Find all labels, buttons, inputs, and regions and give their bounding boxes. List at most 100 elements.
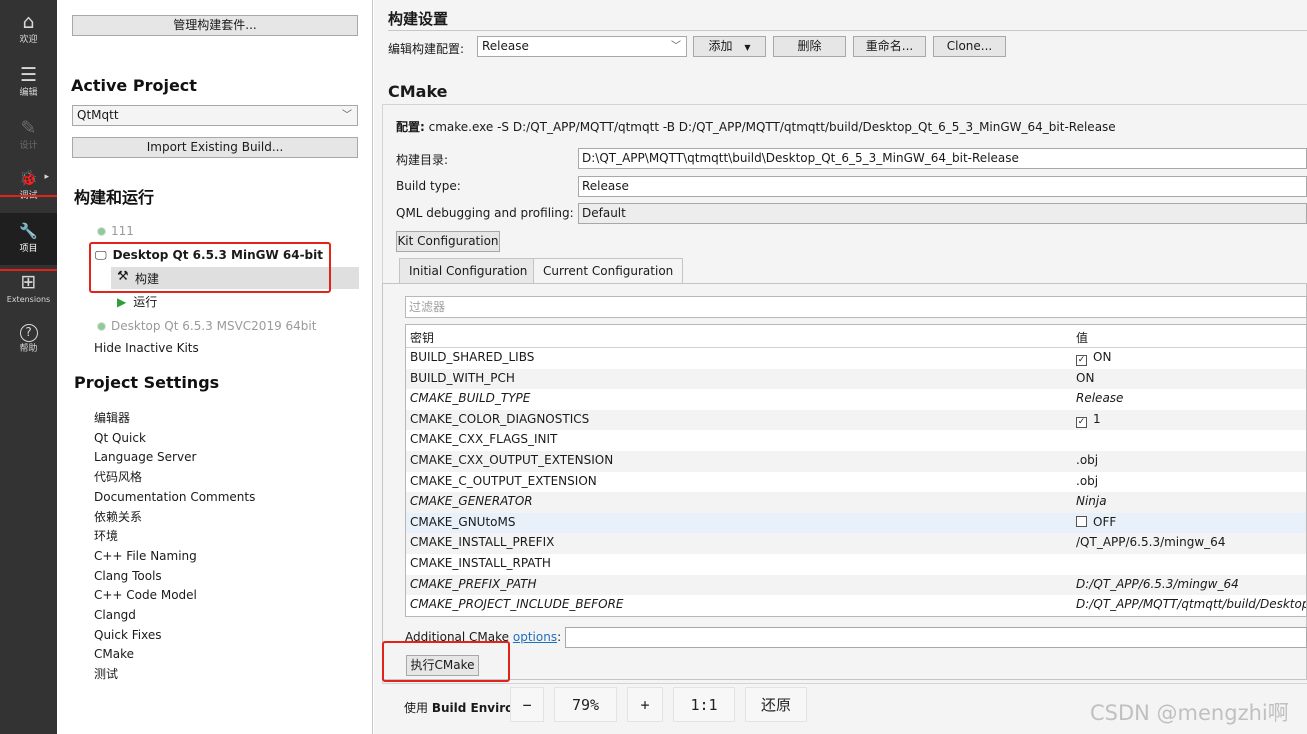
- kit-mingw-label: Desktop Qt 6.5.3 MinGW 64-bit: [112, 248, 323, 262]
- table-row[interactable]: CMAKE_INSTALL_PREFIX /QT_APP/6.5.3/mingw…: [406, 533, 1306, 554]
- settings-item[interactable]: C++ File Naming: [94, 547, 255, 567]
- table-row[interactable]: CMAKE_C_OUTPUT_EXTENSION .obj: [406, 472, 1306, 493]
- settings-item[interactable]: 环境: [94, 527, 255, 547]
- add-config-label: 添加: [708, 39, 733, 53]
- mode-welcome[interactable]: ⌂ 欢迎: [0, 4, 57, 56]
- zoom-out-button[interactable]: −: [510, 687, 544, 722]
- row-key: CMAKE_PREFIX_PATH: [410, 576, 537, 591]
- import-existing-build-button[interactable]: Import Existing Build...: [72, 137, 358, 158]
- table-row[interactable]: CMAKE_INSTALL_RPATH: [406, 554, 1306, 575]
- column-header-value[interactable]: 值: [1076, 329, 1088, 346]
- checkbox-unchecked-icon[interactable]: [1076, 515, 1087, 527]
- additional-cmake-options-input[interactable]: [565, 627, 1307, 648]
- rename-config-button[interactable]: 重命名...: [853, 36, 926, 57]
- filter-input[interactable]: 过滤器: [405, 296, 1307, 318]
- row-key: CMAKE_GENERATOR: [410, 494, 533, 509]
- kit-msvc[interactable]: Desktop Qt 6.5.3 MSVC2019 64bit: [97, 318, 316, 334]
- colon-text: :: [557, 630, 562, 644]
- kit-mingw[interactable]: 🖵 Desktop Qt 6.5.3 MinGW 64-bit: [95, 247, 323, 263]
- settings-item[interactable]: CMake: [94, 645, 255, 665]
- row-key: CMAKE_INSTALL_PREFIX: [410, 535, 555, 550]
- settings-item[interactable]: Quick Fixes: [94, 626, 255, 646]
- build-config-select[interactable]: Release ﹀: [477, 36, 687, 57]
- row-value: ON: [1076, 370, 1095, 385]
- cmake-options-link[interactable]: options: [513, 630, 557, 644]
- mode-edit[interactable]: ☰ 编辑: [0, 57, 57, 109]
- tab-initial-configuration[interactable]: Initial Configuration: [399, 258, 538, 283]
- kit-build-item[interactable]: ⚒ 构建: [111, 267, 359, 289]
- row-value: ON: [1093, 350, 1112, 364]
- hide-inactive-kits-link[interactable]: Hide Inactive Kits: [94, 340, 199, 356]
- kit-run-item[interactable]: ▶ 运行: [117, 294, 157, 310]
- table-row[interactable]: CMAKE_COLOR_DIAGNOSTICS ✓ 1: [406, 409, 1306, 431]
- table-row[interactable]: CMAKE_GNUtoMS OFF: [406, 512, 1306, 534]
- table-row[interactable]: BUILD_SHARED_LIBS ✓ ON: [406, 348, 1306, 369]
- settings-item[interactable]: 测试: [94, 665, 255, 685]
- add-config-button[interactable]: 添加 ▼: [693, 36, 766, 57]
- mode-extensions[interactable]: ⊞ Extensions: [0, 264, 57, 316]
- edit-lines-icon: ☰: [19, 64, 38, 86]
- table-row[interactable]: CMAKE_GENERATOR Ninja: [406, 492, 1306, 513]
- mode-debug[interactable]: 🐞 调试 ▸: [0, 160, 57, 212]
- row-key: CMAKE_INSTALL_RPATH: [410, 556, 551, 570]
- row-key: BUILD_SHARED_LIBS: [410, 350, 535, 364]
- table-row[interactable]: BUILD_WITH_PCH ON: [406, 368, 1306, 390]
- build-dir-field[interactable]: D:\QT_APP\MQTT\qtmqtt\build\Desktop_Qt_6…: [578, 148, 1307, 169]
- settings-item[interactable]: Language Server: [94, 448, 255, 468]
- table-row[interactable]: CMAKE_BUILD_TYPE Release: [406, 389, 1306, 410]
- zoom-actual-size-button[interactable]: 1:1: [673, 687, 735, 722]
- settings-item[interactable]: Qt Quick: [94, 429, 255, 449]
- settings-item[interactable]: 依赖关系: [94, 508, 255, 528]
- use-label: 使用: [404, 701, 429, 715]
- sort-indicator-icon: ⌃: [736, 324, 745, 333]
- table-row[interactable]: CMAKE_CXX_FLAGS_INIT: [406, 430, 1306, 451]
- zoom-in-button[interactable]: +: [627, 687, 663, 722]
- settings-item[interactable]: Clang Tools: [94, 567, 255, 587]
- tab-current-configuration[interactable]: Current Configuration: [533, 258, 684, 284]
- checkbox-checked-icon[interactable]: ✓: [1076, 416, 1087, 428]
- table-row[interactable]: CMAKE_CXX_OUTPUT_EXTENSION .obj: [406, 451, 1306, 472]
- project-select[interactable]: QtMqtt ﹀: [72, 105, 358, 126]
- mode-projects[interactable]: 🔧 项目: [0, 213, 57, 265]
- run-cmake-button[interactable]: 执行CMake: [406, 655, 479, 676]
- build-config-value: Release: [482, 39, 529, 53]
- row-key: CMAKE_COLOR_DIAGNOSTICS: [410, 411, 590, 426]
- additional-cmake-text: Additional CMake: [405, 630, 510, 644]
- pen-icon: ✎: [20, 117, 37, 139]
- title-divider: [388, 30, 1307, 31]
- checkbox-checked-icon[interactable]: ✓: [1076, 355, 1087, 366]
- config-command-label: 配置:: [396, 120, 425, 134]
- row-value: .obj: [1076, 473, 1099, 488]
- zoom-restore-button[interactable]: 还原: [745, 687, 807, 722]
- manage-kits-button[interactable]: 管理构建套件...: [72, 15, 358, 36]
- table-row[interactable]: CMAKE_PROJECT_INCLUDE_BEFORE D:/QT_APP/M…: [406, 595, 1306, 616]
- kit-111[interactable]: 111: [97, 223, 134, 239]
- hammer-icon: ⚒: [117, 269, 129, 284]
- config-command-value: cmake.exe -S D:/QT_APP/MQTT/qtmqtt -B D:…: [428, 120, 1116, 134]
- row-value-cell: ✓ 1: [1076, 412, 1101, 428]
- dropdown-arrow-icon: ▼: [744, 43, 751, 52]
- column-header-key[interactable]: 密钥: [410, 329, 434, 346]
- settings-item[interactable]: Clangd: [94, 606, 255, 626]
- settings-item[interactable]: Documentation Comments: [94, 488, 255, 508]
- mode-design[interactable]: ✎ 设计: [0, 110, 57, 162]
- mode-help[interactable]: ? 帮助: [0, 318, 57, 370]
- row-key: BUILD_WITH_PCH: [410, 370, 515, 385]
- expand-arrow-icon[interactable]: ▸: [44, 172, 49, 182]
- kit-configuration-button[interactable]: Kit Configuration: [396, 231, 500, 252]
- delete-config-button[interactable]: 删除: [773, 36, 846, 57]
- row-key: CMAKE_GNUtoMS: [410, 514, 516, 529]
- clone-config-button[interactable]: Clone...: [933, 36, 1006, 57]
- project-select-value: QtMqtt: [77, 108, 119, 122]
- edit-config-label: 编辑构建配置:: [388, 42, 465, 56]
- cmake-variables-table[interactable]: 密钥 ⌃ 值 BUILD_SHARED_LIBS ✓ ON BUILD_WITH_…: [405, 324, 1307, 617]
- row-value: /QT_APP/6.5.3/mingw_64: [1076, 535, 1226, 550]
- table-row[interactable]: CMAKE_PREFIX_PATH D:/QT_APP/6.5.3/mingw_…: [406, 574, 1306, 596]
- qml-debugging-select[interactable]: Default: [578, 203, 1307, 224]
- row-value: 1: [1093, 411, 1101, 426]
- settings-item[interactable]: 编辑器: [94, 409, 255, 429]
- wrench-icon: 🔧: [19, 222, 38, 240]
- settings-item[interactable]: 代码风格: [94, 468, 255, 488]
- build-type-field[interactable]: Release: [578, 176, 1307, 197]
- settings-item[interactable]: C++ Code Model: [94, 586, 255, 606]
